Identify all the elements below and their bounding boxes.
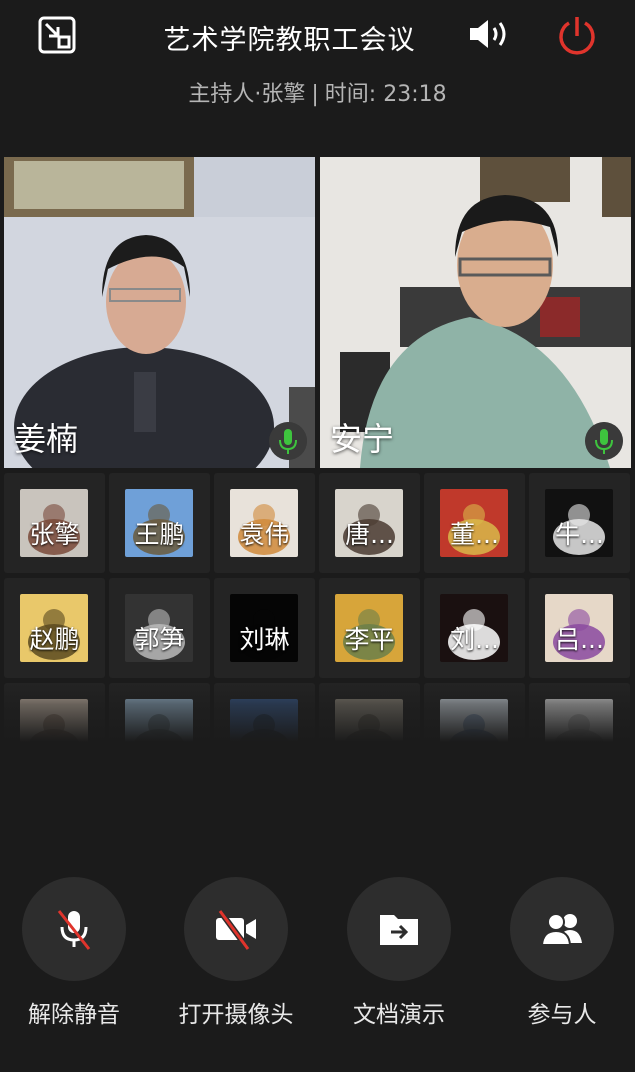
power-icon[interactable] — [556, 14, 598, 56]
mic-active-icon — [585, 422, 623, 460]
participant-tile[interactable]: 王鹏 — [109, 473, 210, 573]
video-name-left: 姜楠 — [14, 420, 79, 458]
participant-name: 王鹏 — [134, 520, 185, 549]
participant-tile[interactable]: 赵鹏 — [4, 578, 105, 678]
participant-tile[interactable]: 张擎 — [4, 473, 105, 573]
share-folder-icon — [380, 915, 418, 945]
mic-muted-icon — [57, 910, 91, 950]
participant-tile[interactable]: 唐... — [319, 473, 420, 573]
camera-label: 打开摄像头 — [178, 1002, 294, 1028]
participant-grid: 张擎 王鹏 袁伟 唐... 董... 牛... 赵鹏 郭笋 刘琳 李平 刘... 吕... — [4, 473, 635, 753]
video-tile-right[interactable]: 安宁 — [320, 157, 631, 468]
meeting-info: 主持人·张擎 | 时间: 23:18 — [0, 76, 635, 108]
participants-label: 参与人 — [527, 1002, 597, 1028]
participant-name: 吕... — [555, 625, 604, 654]
participant-name: 李平 — [344, 625, 395, 654]
participant-tile[interactable]: 牛... — [529, 473, 630, 573]
participant-name: 牛... — [555, 520, 604, 549]
participants-control[interactable]: 参与人 — [510, 877, 614, 1028]
host-label: 主持人·张擎 — [188, 82, 306, 107]
camera-off-icon — [216, 909, 256, 951]
participant-name: 刘... — [450, 625, 499, 654]
meeting-title: 艺术学院教职工会议 — [163, 25, 416, 56]
meeting-header: 艺术学院教职工会议 主持人·张擎 | 时间: 23:18 — [0, 0, 635, 130]
unmute-button[interactable] — [22, 877, 126, 981]
participant-name: 郭笋 — [134, 625, 185, 654]
participant-tile[interactable]: 刘... — [424, 578, 525, 678]
participant-name: 唐... — [345, 520, 394, 549]
mic-active-icon — [269, 422, 307, 460]
participant-name: 袁伟 — [239, 520, 290, 549]
info-separator: | — [311, 82, 319, 107]
people-icon — [540, 913, 582, 946]
video-tile-left[interactable]: 姜楠 — [4, 157, 315, 468]
share-doc-control[interactable]: 文档演示 — [347, 877, 451, 1028]
share-doc-label: 文档演示 — [353, 1002, 445, 1028]
share-doc-button[interactable] — [347, 877, 451, 981]
speaker-icon[interactable] — [468, 18, 512, 50]
participant-name: 刘琳 — [239, 625, 290, 654]
participant-tile[interactable]: 郭笋 — [109, 578, 210, 678]
meeting-time: 时间: 23:18 — [324, 82, 447, 107]
participants-button[interactable] — [510, 877, 614, 981]
video-name-right: 安宁 — [330, 420, 395, 458]
grid-scroll-fade — [4, 678, 635, 753]
participant-tile[interactable]: 袁伟 — [214, 473, 315, 573]
unmute-control[interactable]: 解除静音 — [22, 877, 126, 1028]
participant-tile[interactable]: 刘琳 — [214, 578, 315, 678]
participant-tile[interactable]: 董... — [424, 473, 525, 573]
participant-tile[interactable]: 吕... — [529, 578, 630, 678]
participant-name: 张擎 — [29, 520, 80, 549]
unmute-label: 解除静音 — [28, 1002, 120, 1028]
participant-name: 董... — [450, 520, 499, 549]
participant-name: 赵鹏 — [29, 625, 80, 654]
participant-tile[interactable]: 李平 — [319, 578, 420, 678]
camera-control[interactable]: 打开摄像头 — [179, 877, 294, 1028]
camera-button[interactable] — [184, 877, 288, 981]
